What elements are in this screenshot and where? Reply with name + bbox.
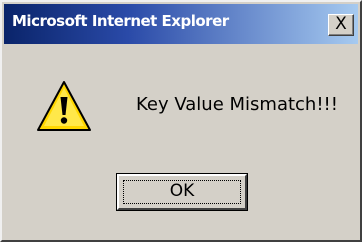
warning-icon bbox=[37, 81, 91, 131]
ok-button-label: OK bbox=[169, 181, 195, 201]
dialog-window: Microsoft Internet Explorer X Key Value … bbox=[0, 0, 362, 242]
close-button[interactable]: X bbox=[328, 14, 354, 36]
dialog-message: Key Value Mismatch!!! bbox=[136, 94, 338, 115]
title-bar[interactable]: Microsoft Internet Explorer X bbox=[4, 4, 358, 44]
window-title: Microsoft Internet Explorer bbox=[12, 12, 229, 30]
ok-button[interactable]: OK bbox=[117, 174, 247, 210]
